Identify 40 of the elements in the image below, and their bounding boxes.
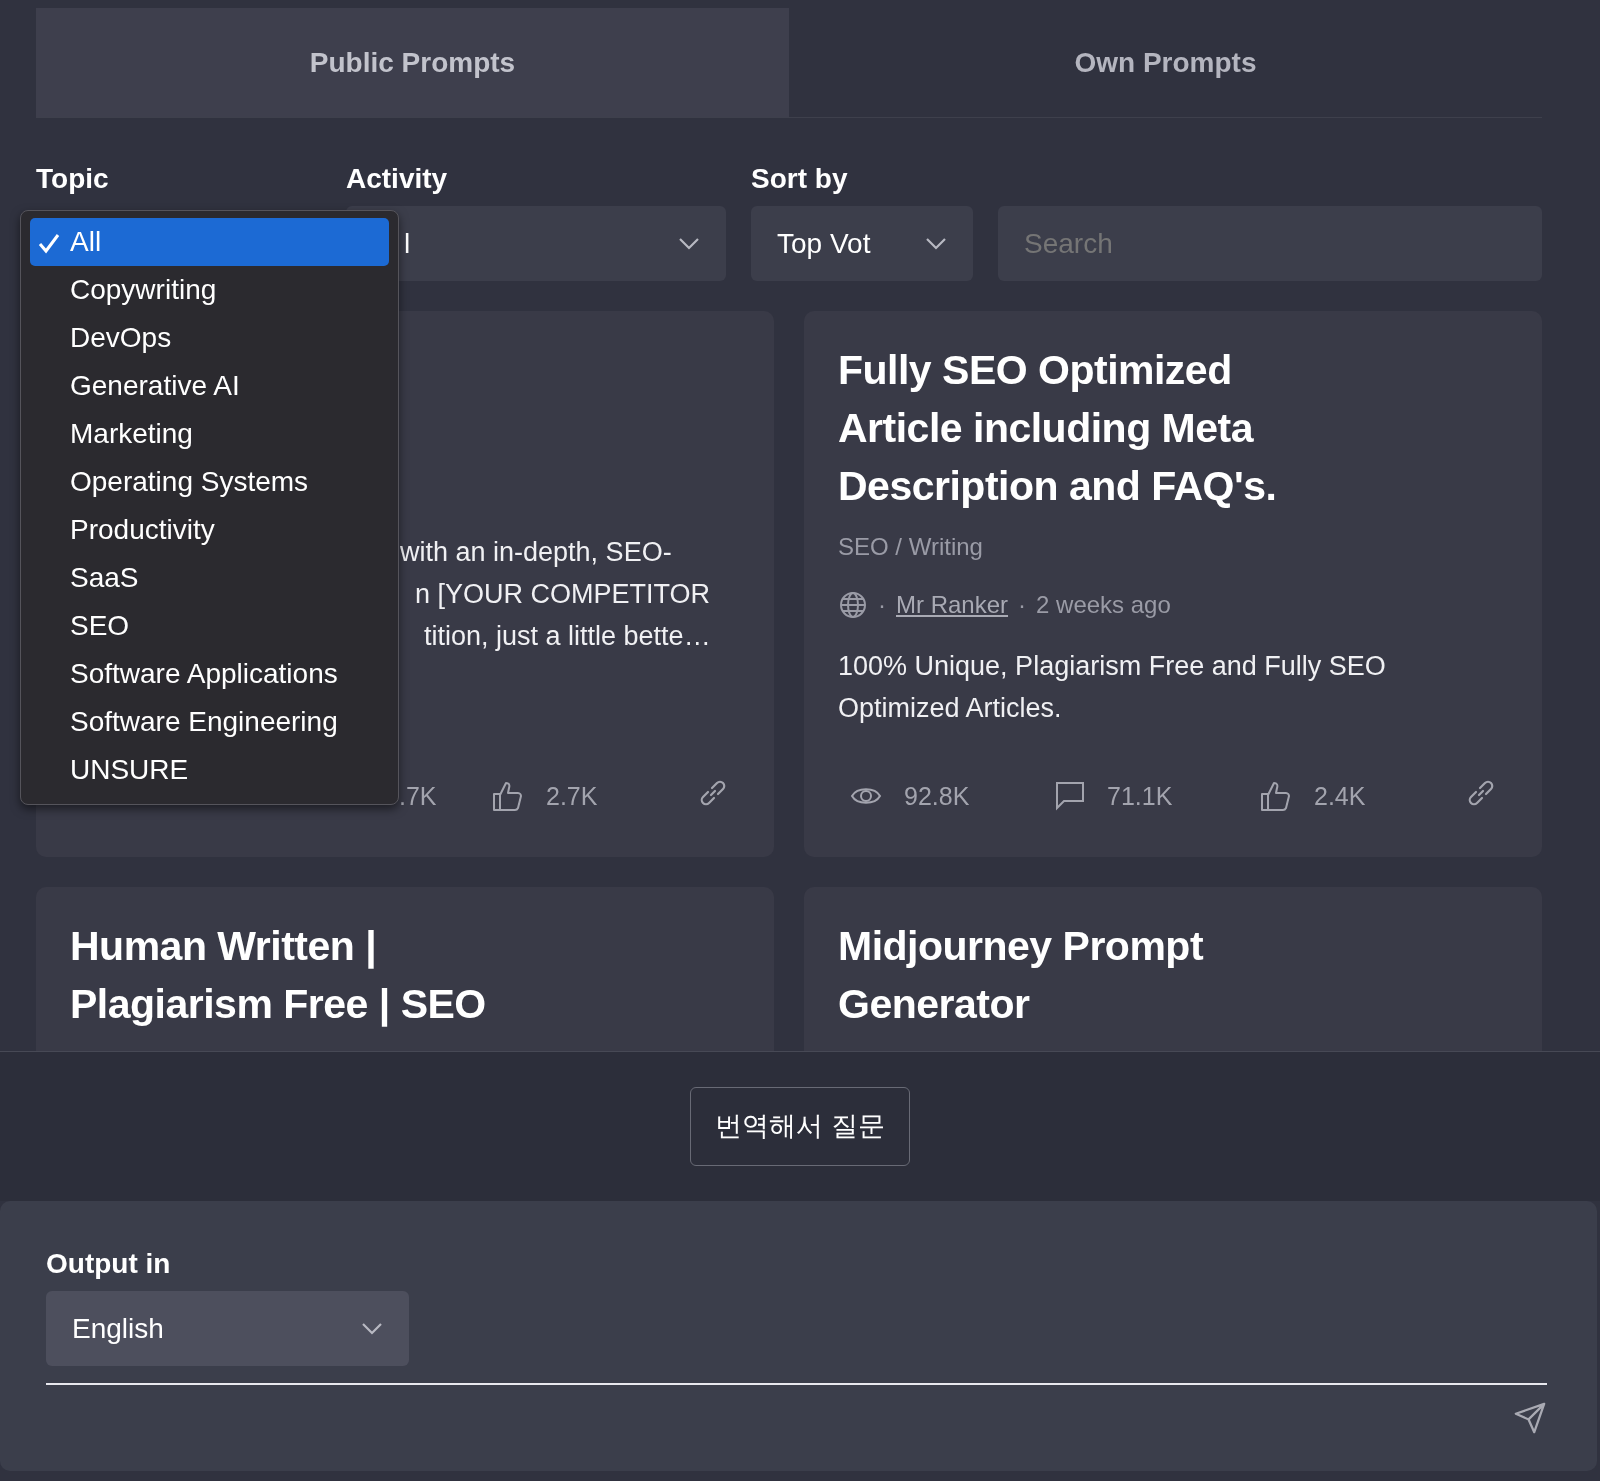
separator-dot: · [878,590,886,620]
search-field[interactable]: Search [998,206,1542,281]
output-label: Output in [46,1247,172,1281]
tab[interactable]: Own Prompts [789,8,1542,117]
stat-count: 92.8K [904,780,970,812]
author-link[interactable]: Mr Ranker [896,587,1009,623]
category-label: SEO / Writing [838,532,984,562]
stat-count: .7K [399,780,437,812]
language-select[interactable]: English [46,1291,409,1366]
sort-label: Sort by [751,162,849,196]
chevron-icon [361,1321,383,1336]
prompt-card[interactable]: Fully SEO Optimized Article including Meta Description and FAQ's. SEO / Writing · Mr Ranker · 2 weeks ago 100% Unique, Plagiarism Free and Fully SEO Optimized Articles. 92.8K 71.1K 2.4K [804,311,1542,857]
tab[interactable]: Public Prompts [36,8,789,117]
prompt-card[interactable]: Midjourney Prompt Generator [804,887,1542,1051]
stat-count: 71.1K [1107,780,1173,812]
stat-count: 2.4K [1314,780,1366,812]
send-icon[interactable] [1513,1401,1547,1435]
thumbs-up-icon[interactable] [492,780,524,813]
thumbs-up-icon[interactable] [1260,780,1292,813]
card-title: Human Written | Plagiarism Free | SEO [70,922,487,1029]
globe-icon [838,590,868,620]
separator-dot: · [1018,590,1027,620]
speech-bubble-icon [1055,781,1085,812]
card-description: 100% Unique, Plagiarism Free and Fully SEO Optimized Articles. [838,650,1387,725]
description-fragment: n [YOUR COMPETITOR [415,578,712,611]
check-icon [38,232,60,254]
description-fragment: with an in-depth, SEO- [400,536,673,569]
description-fragment: tition, just a little bette… [424,620,712,653]
chevron-icon [925,236,947,251]
chevron-icon [678,236,700,251]
card-title: Midjourney Prompt Generator [838,922,1205,1029]
prompt-card[interactable]: Human Written | Plagiarism Free | SEO [36,887,774,1051]
activity-label: Activity [346,162,449,196]
time-ago: 2 weeks ago [1036,590,1171,620]
sort-select[interactable]: Top Vot [751,206,973,281]
topic-label: Topic [36,162,110,196]
card-title: Fully SEO Optimized Article including Meta Description and FAQ's. [838,346,1278,511]
translate-button[interactable]: 번역해서 질문 [690,1087,910,1166]
dropdown-option[interactable]: All [30,218,389,266]
stat-count: 2.7K [546,780,598,812]
